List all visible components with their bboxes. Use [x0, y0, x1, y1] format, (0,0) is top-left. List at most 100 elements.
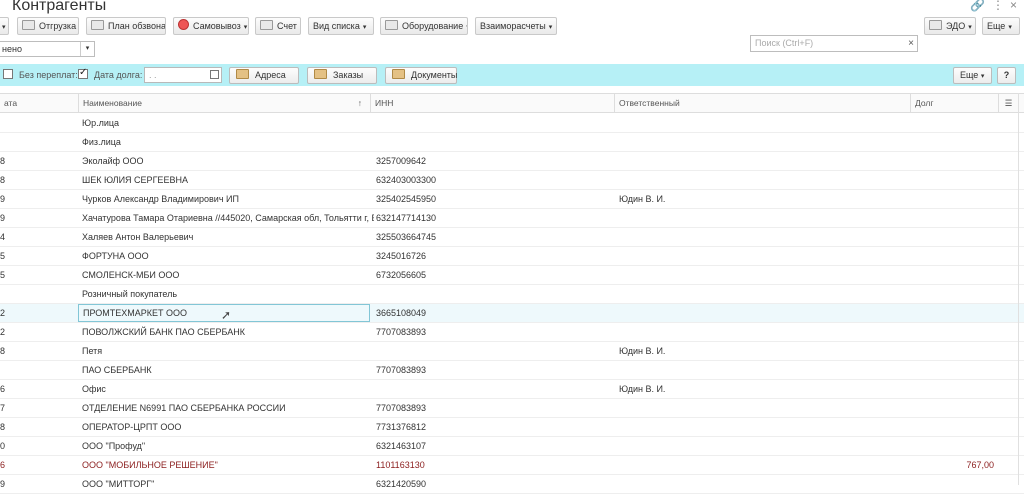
cell-inn: 632147714130 — [376, 213, 437, 223]
calendar-icon[interactable] — [210, 70, 219, 79]
invoice-button[interactable]: Счет — [255, 17, 301, 35]
cell-date: 9 — [0, 194, 6, 204]
cell-date: 8 — [0, 422, 6, 432]
toolbar: ▾ Отгрузка План обзвона Самовывоз ▾ Счет … — [0, 17, 1024, 52]
table-row[interactable]: 2 ПОВОЛЖСКИЙ БАНК ПАО СБЕРБАНК 7707083893 — [0, 323, 1024, 342]
table-row[interactable]: 7 ОТДЕЛЕНИЕ N6991 ПАО СБЕРБАНКА РОССИИ 770… — [0, 399, 1024, 418]
documents-button[interactable]: Документы — [385, 67, 457, 84]
panel-more-button[interactable]: Еще ▾ — [953, 67, 992, 84]
cell-name: ООО "Профуд" — [82, 441, 146, 451]
cell-name: ОТДЕЛЕНИЕ N6991 ПАО СБЕРБАНКА РОССИИ — [82, 403, 286, 413]
chevron-down-icon[interactable]: ▾ — [80, 42, 94, 56]
addresses-button[interactable]: Адреса — [229, 67, 299, 84]
invoice-icon — [260, 20, 273, 30]
equipment-button[interactable]: Оборудование▾ — [380, 17, 468, 35]
edo-button[interactable]: ЭДО ▾ — [924, 17, 976, 35]
no-overpay-checkbox[interactable] — [3, 69, 13, 79]
cell-inn: 7707083893 — [376, 327, 427, 337]
cell-debt — [910, 152, 994, 170]
cell-inn: 7707083893 — [376, 365, 427, 375]
table-row[interactable]: 0 ООО "Профуд" 6321463107 — [0, 437, 1024, 456]
cell-name: Хачатурова Тамара Отариевна //445020, Са… — [82, 213, 374, 223]
cell-inn: 325503664745 — [376, 232, 437, 242]
pickup-icon — [178, 19, 189, 30]
cell-responsible — [619, 285, 899, 303]
orders-button[interactable]: Заказы — [307, 67, 377, 84]
cell-debt — [910, 399, 994, 417]
table-row[interactable]: 8 ОПЕРАТОР-ЦРПТ ООО 7731376812 — [0, 418, 1024, 437]
list-view-button[interactable]: Вид списка ▾ — [308, 17, 374, 35]
column-settings-icon[interactable]: ☰ — [998, 94, 1018, 112]
cell-responsible — [619, 399, 899, 417]
cell-debt — [910, 171, 994, 189]
table-row[interactable]: 6 Офис Юдин В. И. — [0, 380, 1024, 399]
cell-inn: 6321420590 — [376, 479, 427, 489]
column-responsible[interactable]: Ответственный — [614, 94, 910, 112]
cell-inn: 6321463107 — [376, 441, 427, 451]
cell-name: ФОРТУНА ООО — [82, 251, 149, 261]
cell-date — [0, 285, 30, 303]
close-icon[interactable]: × — [1010, 0, 1017, 12]
table-row[interactable]: 8 Петя Юдин В. И. — [0, 342, 1024, 361]
table-row[interactable]: 9 Чурков Александр Владимирович ИП 3254025… — [0, 190, 1024, 209]
more-button[interactable]: Еще ▾ — [982, 17, 1020, 35]
cell-debt — [910, 361, 994, 379]
settlements-button[interactable]: Взаиморасчеты ▾ — [475, 17, 557, 35]
cell-inn: 7731376812 — [376, 422, 427, 432]
call-plan-button[interactable]: План обзвона — [86, 17, 166, 35]
cell-responsible — [619, 266, 899, 284]
cell-debt — [910, 285, 994, 303]
table-row[interactable]: 6 ООО "МОБИЛЬНОЕ РЕШЕНИЕ" 1101163130 767,00 — [0, 456, 1024, 475]
table-row[interactable]: 5 СМОЛЕНСК-МБИ ООО 6732056605 — [0, 266, 1024, 285]
debt-date-checkbox[interactable] — [78, 67, 88, 79]
column-inn[interactable]: ИНН — [370, 94, 614, 112]
table-row[interactable]: 2 ПРОМТЕХМАРКЕТ ООО 3665108049 — [0, 304, 1024, 323]
folder-icon — [236, 69, 249, 79]
search-clear-icon[interactable]: × — [908, 36, 914, 51]
cell-inn: 3665108049 — [376, 308, 427, 318]
debt-date-input[interactable]: . . — [144, 67, 222, 83]
back-dropdown-button[interactable]: ▾ — [0, 17, 9, 35]
cell-name: Розничный покупатель — [82, 289, 178, 299]
cell-debt — [910, 228, 994, 246]
filter-panel: Без переплат: Дата долга: . . Адреса Зак… — [0, 64, 1024, 86]
table-row[interactable]: Юр.лица — [0, 114, 1024, 133]
cell-inn: 3257009642 — [376, 156, 427, 166]
column-date[interactable]: ата — [0, 94, 78, 112]
help-button[interactable]: ? — [997, 67, 1016, 84]
debt-date-label: Дата долга: — [94, 70, 143, 80]
column-name[interactable]: Наименование ↑ — [78, 94, 370, 112]
pickup-button[interactable]: Самовывоз ▾ — [173, 17, 249, 35]
table-row[interactable]: 5 ФОРТУНА ООО 3245016726 — [0, 247, 1024, 266]
more-vertical-icon[interactable]: ⋮ — [992, 0, 1004, 12]
cell-debt — [910, 342, 994, 360]
cell-date: 8 — [0, 156, 6, 166]
cell-debt — [910, 247, 994, 265]
cell-debt — [910, 133, 994, 151]
cell-debt — [910, 304, 994, 322]
cell-responsible — [619, 304, 899, 322]
column-debt[interactable]: Долг — [910, 94, 998, 112]
folder-icon — [392, 69, 405, 79]
shipment-button[interactable]: Отгрузка — [17, 17, 79, 35]
cell-date: 4 — [0, 232, 6, 242]
table-row[interactable]: Розничный покупатель — [0, 285, 1024, 304]
cell-responsible — [619, 323, 899, 341]
table-right-border — [1018, 93, 1019, 485]
cell-date: 9 — [0, 479, 6, 489]
link-icon[interactable]: 🔗 — [970, 0, 985, 12]
cell-name: ШЕК ЮЛИЯ СЕРГЕЕВНА — [82, 175, 188, 185]
table-row[interactable]: Физ.лица — [0, 133, 1024, 152]
table-row[interactable]: 8 Эколайф ООО 3257009642 — [0, 152, 1024, 171]
table-row[interactable]: 8 ШЕК ЮЛИЯ СЕРГЕЕВНА 632403003300 — [0, 171, 1024, 190]
cell-inn — [376, 380, 606, 398]
cell-inn: 325402545950 — [376, 194, 437, 204]
table-row[interactable]: ПАО СБЕРБАНК 7707083893 — [0, 361, 1024, 380]
table-row[interactable]: 9 Хачатурова Тамара Отариевна //445020, С… — [0, 209, 1024, 228]
folder-icon — [314, 69, 327, 79]
cell-inn — [376, 114, 606, 132]
search-input[interactable]: Поиск (Ctrl+F) × — [750, 35, 918, 52]
table-row[interactable]: 4 Халяев Антон Валерьевич 325503664745 — [0, 228, 1024, 247]
filter-select[interactable]: нено ▾ — [0, 41, 95, 57]
cell-name: Офис — [82, 384, 106, 394]
